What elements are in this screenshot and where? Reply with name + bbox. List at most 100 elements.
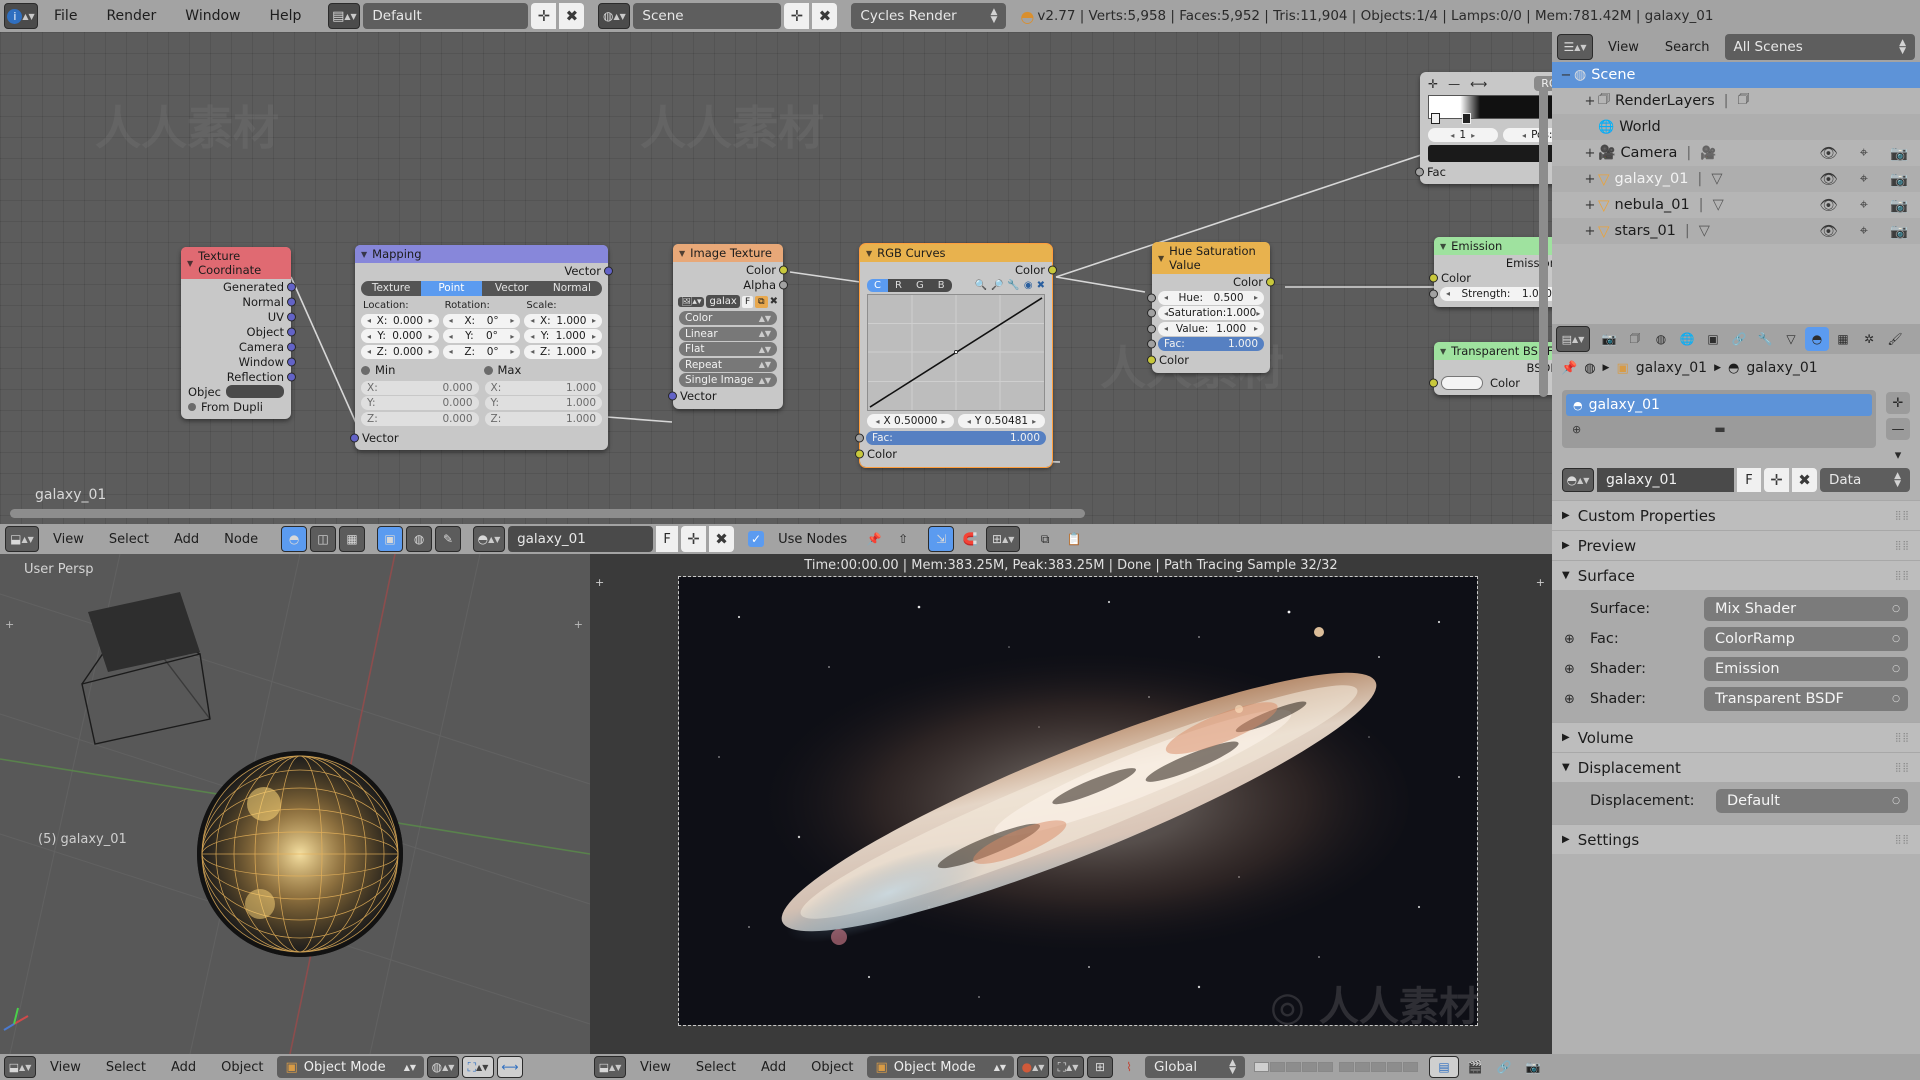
manipulator-icon[interactable]: ⟷ [497,1056,523,1078]
checkbox-icon[interactable] [188,402,196,411]
slot-specials-menu[interactable]: ▾ [1886,444,1910,466]
panel-drag-dots[interactable]: ⣿⣿ [1895,733,1910,743]
editor-type-icon[interactable]: ⬓ ▲▼ [594,1056,626,1078]
outliner-item-scene[interactable]: − ◍ Scene [1552,62,1920,88]
input-socket[interactable] [855,449,864,459]
node-hue-saturation-value[interactable]: ▼ Hue Saturation Value Color ◂ Hue: 0.50… [1147,242,1275,373]
curve-channel-tabs[interactable]: C R G B [867,279,952,292]
node-output-bsdf[interactable]: BSDF [1434,360,1552,375]
outliner-menu-view[interactable]: View [1597,40,1650,55]
mesh-data-icon[interactable]: ▽ [1699,223,1710,239]
collapse-triangle-icon[interactable]: ▼ [679,249,685,258]
panel-volume[interactable]: ▶ Volume ⣿⣿ [1552,722,1920,752]
panel-surface[interactable]: ▼ Surface ⣿⣿ [1552,560,1920,590]
shader2-row[interactable]: ⊕ Shader: Transparent BSDF [1552,684,1920,714]
outliner-display-mode-dropdown[interactable]: All Scenes ▲ ▼ [1724,34,1915,60]
fac-row[interactable]: ⊕ Fac: ColorRamp [1552,624,1920,654]
layer-button[interactable] [1403,1062,1418,1072]
displacement-value[interactable]: Default [1716,789,1908,813]
fac-value[interactable]: ColorRamp [1704,627,1908,651]
img-menu-select[interactable]: Select [685,1060,747,1075]
screen-layout-icon[interactable]: ▤ ▲▼ [328,3,361,29]
linestyle-shader-icon[interactable]: ✎ [435,526,462,552]
visibility-eye-icon[interactable]: 👁 [1819,171,1837,188]
view3d-menu-object[interactable]: Object [210,1060,274,1075]
camera-data-icon[interactable]: 🎥 [1700,146,1716,161]
displacement-row[interactable]: Displacement: Default [1552,786,1920,816]
screen-layout-dropdown[interactable]: Default [363,3,529,29]
location-z-field[interactable]: ◂ Z: 0.000 ▸ [361,344,439,359]
editor-type-icon[interactable]: i ▲▼ [4,3,38,29]
sidebar-arrow-icon[interactable]: + [1536,576,1545,589]
panel-settings[interactable]: ▶ Settings ⣿⣿ [1552,824,1920,854]
output-socket[interactable] [779,280,788,289]
min-x-field[interactable]: X: 0.000 [361,380,479,395]
new-screen-button[interactable]: ✛ [531,3,557,29]
node-output-fac[interactable]: Fac [1415,164,1552,179]
unlink-material-button[interactable]: ✖ [1792,468,1817,492]
resize-grip-icon[interactable]: ▬ [1714,422,1725,436]
node-output-emission[interactable]: Emission [1434,255,1552,270]
expand-icon[interactable]: ⊕ [1564,692,1580,707]
surface-row[interactable]: Surface: Mix Shader [1552,594,1920,624]
scale-x-field[interactable]: ◂ X: 1.000 ▸ [524,313,603,328]
input-socket-fac[interactable] [1147,339,1156,349]
outliner-item-world[interactable]: 🌐 World [1552,114,1920,140]
shader-type-light-icon[interactable]: ◫ [310,526,337,552]
output-socket[interactable] [287,312,296,321]
selectable-cursor-icon[interactable]: ⌖ [1860,197,1868,214]
collapse-triangle-icon[interactable]: ▼ [1440,347,1446,356]
panel-preview[interactable]: ▶ Preview ⣿⣿ [1552,530,1920,560]
node-title-bar[interactable]: ▼ Texture Coordinate [181,247,291,279]
node-output-object[interactable]: Object [181,324,296,339]
node-output-alpha[interactable]: Alpha [673,277,788,292]
visibility-eye-icon[interactable]: 👁 [1819,197,1837,214]
new-material-button[interactable]: ✛ [1764,468,1789,492]
visibility-eye-icon[interactable]: 👁 [1819,223,1837,240]
layer-button[interactable] [1302,1062,1317,1072]
projection-dropdown[interactable]: Flat ▲▼ [679,342,777,356]
output-socket[interactable] [287,297,296,306]
render-result-image[interactable] [678,576,1478,1026]
node-editor-hscrollbar[interactable] [10,509,1085,518]
tab-object-data[interactable]: ▽ [1779,327,1803,351]
toolshelf-arrow-icon[interactable]: + [5,618,14,631]
input-socket-fac[interactable] [855,433,864,443]
expand-collapse-icon[interactable]: + [1582,224,1598,239]
fac-slider[interactable]: Fac: 1.000 [1147,337,1264,351]
interaction-mode-dropdown[interactable]: ▣ Object Mode ▲▼ [277,1056,424,1078]
expand-collapse-icon[interactable]: + [1582,94,1598,109]
node-mapping[interactable]: ▼ Mapping Vector Texture Point Vector No… [350,245,613,450]
scale-z-field[interactable]: ◂ Z: 1.000 ▸ [524,344,603,359]
menu-render[interactable]: Render [93,8,169,24]
snap-magnet-icon[interactable]: ⊞ [1087,1056,1113,1078]
input-socket-value[interactable] [1147,324,1156,333]
panel-drag-dots[interactable]: ⣿⣿ [1895,511,1910,521]
tab-normal[interactable]: Normal [541,281,602,296]
output-socket[interactable] [287,342,296,351]
node-output-color[interactable]: Color [860,262,1057,277]
viewport-render-icon[interactable]: 📷 [1520,1056,1546,1078]
collapse-triangle-icon[interactable]: ▼ [361,250,367,259]
world-shader-icon[interactable]: ◍ [406,526,433,552]
collapse-triangle-icon[interactable]: ▼ [187,259,193,268]
input-socket[interactable] [1429,378,1438,387]
collapse-triangle-icon[interactable]: ▼ [1158,254,1164,263]
panel-drag-dots[interactable]: ⣿⣿ [1895,835,1910,845]
node-menu-select[interactable]: Select [98,532,160,547]
checkbox-icon[interactable] [483,365,493,375]
node-datablock-field[interactable]: galaxy_01 [508,526,654,552]
rotation-y-field[interactable]: ◂ Y: 0° ▸ [442,329,521,343]
node-output-normal[interactable]: Normal [181,294,296,309]
layer-button[interactable] [1254,1062,1269,1072]
color-swatch[interactable] [1441,375,1483,390]
node-object-field-row[interactable]: Objec [181,384,291,399]
node-transparent-bsdf[interactable]: ▼ Transparent BSDF BSDF Color [1429,342,1552,395]
material-link-dropdown[interactable]: Data ▲ ▼ [1820,468,1910,492]
mesh-data-icon[interactable]: ▽ [1713,197,1724,213]
tab-scene[interactable]: ◍ [1649,327,1673,351]
checkbox-icon[interactable] [361,365,370,375]
max-toggle-row[interactable]: Max [483,363,603,377]
scene-icon[interactable]: ◍ ▲▼ [598,3,631,29]
unlink-material-button[interactable]: ✖ [709,526,735,552]
